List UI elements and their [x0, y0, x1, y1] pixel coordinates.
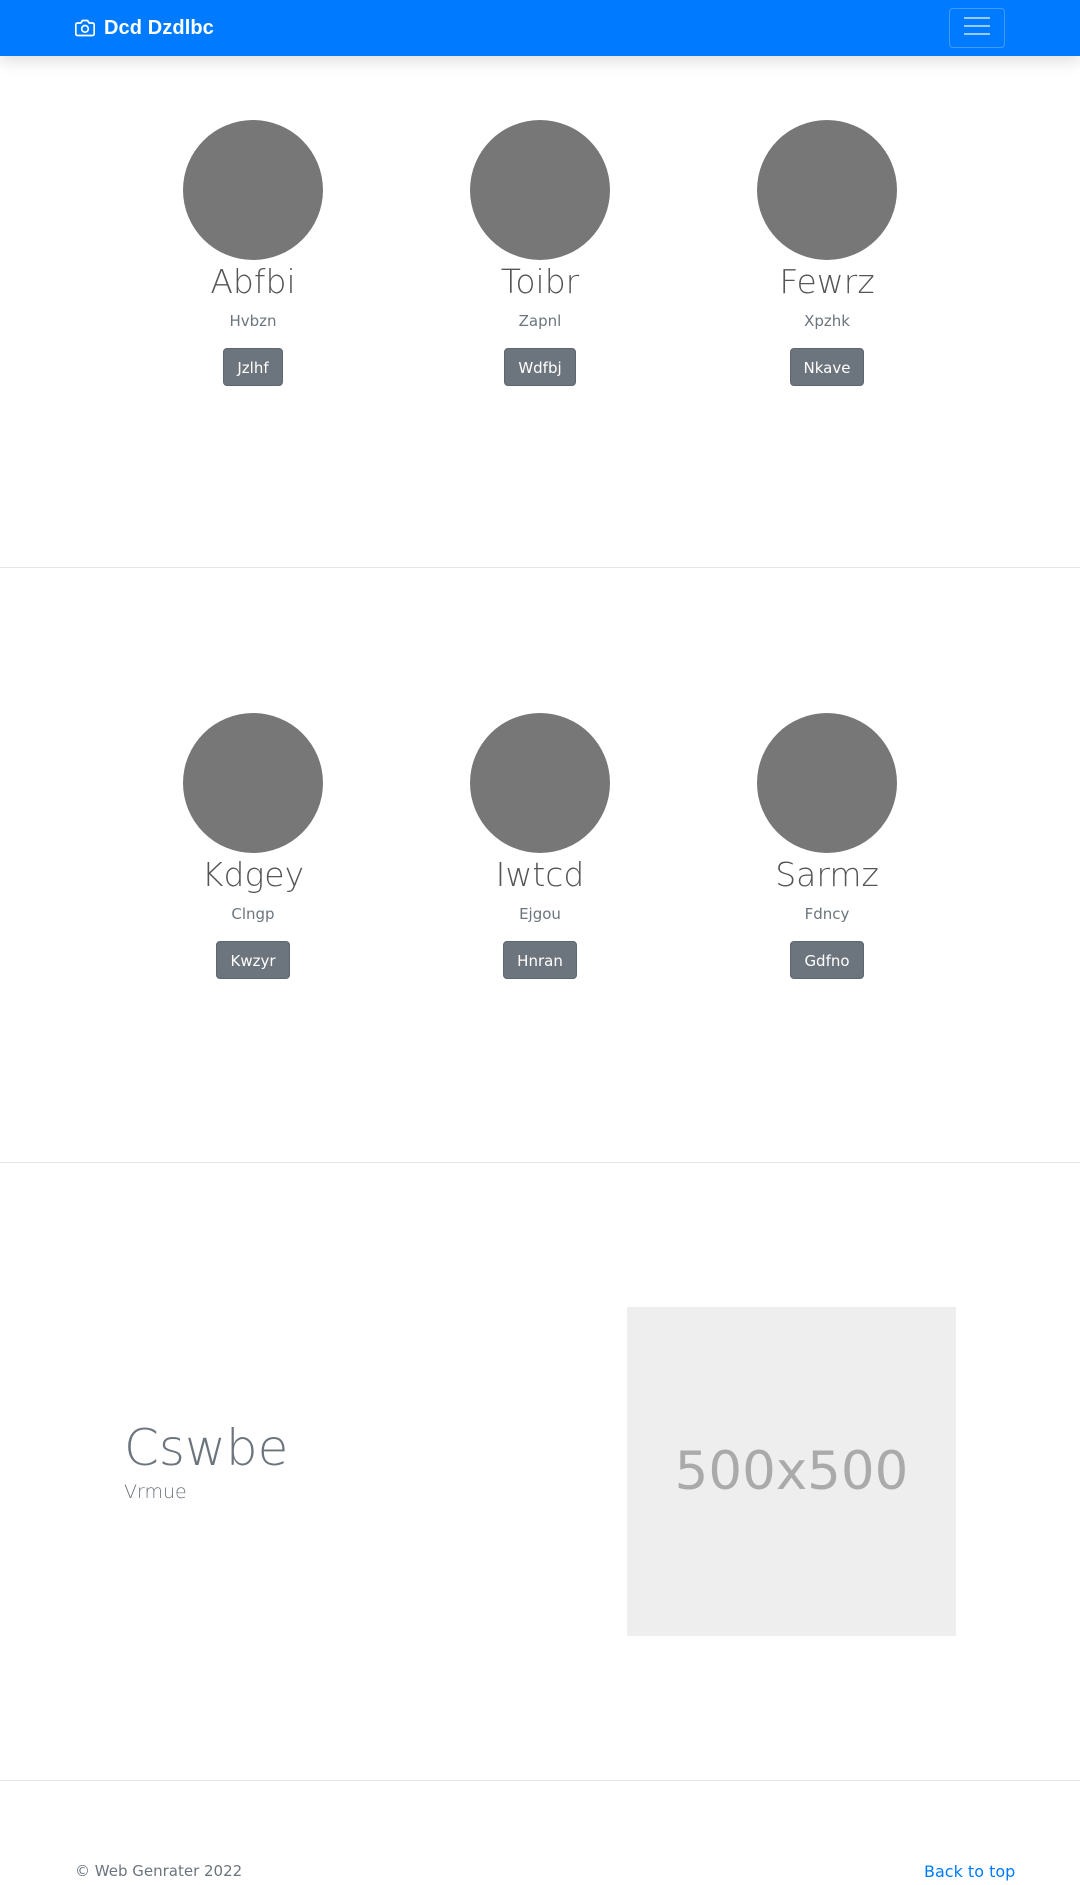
card-button[interactable]: Hnran [503, 941, 577, 979]
card-button[interactable]: Jzlhf [223, 348, 283, 386]
camera-icon [75, 18, 95, 38]
footer-copyright: © Web Genrater 2022 [75, 1862, 243, 1880]
card-button[interactable]: Gdfno [790, 941, 864, 979]
card-subtitle: Fdncy [804, 905, 850, 923]
card-subtitle: Hvbzn [229, 312, 277, 330]
card-subtitle: Ejgou [519, 905, 561, 923]
card-button[interactable]: Nkave [789, 348, 865, 386]
placeholder-image: 500x500 [627, 1307, 956, 1636]
brand-link[interactable]: Dcd Dzdlbc [75, 0, 214, 56]
avatar [470, 713, 610, 853]
card-subtitle: Clngp [231, 905, 275, 923]
team-card: Toibr Zapnl Wdfbj [420, 120, 660, 386]
avatar [183, 120, 323, 260]
card-button[interactable]: Kwzyr [216, 941, 290, 979]
card-subtitle: Xpzhk [804, 312, 850, 330]
team-card: Kdgey Clngp Kwzyr [133, 713, 373, 979]
card-name: Toibr [500, 262, 580, 301]
section-divider [0, 1162, 1080, 1163]
feature-subtitle: Vrmue [124, 1481, 187, 1503]
card-name: Sarmz [775, 855, 879, 894]
card-name: Abfbi [210, 262, 296, 301]
hamburger-menu-icon [964, 15, 990, 42]
section-divider [0, 567, 1080, 568]
card-name: Fewrz [779, 262, 875, 301]
avatar [757, 713, 897, 853]
team-card: Iwtcd Ejgou Hnran [420, 713, 660, 979]
placeholder-label: 500x500 [674, 1441, 909, 1502]
back-to-top-link[interactable]: Back to top [924, 1862, 1015, 1881]
avatar [470, 120, 610, 260]
card-name: Kdgey [201, 855, 305, 894]
team-card: Fewrz Xpzhk Nkave [707, 120, 947, 386]
team-card: Abfbi Hvbzn Jzlhf [133, 120, 373, 386]
navbar: Dcd Dzdlbc [0, 0, 1080, 56]
brand-name: Dcd Dzdlbc [104, 16, 214, 39]
card-button[interactable]: Wdfbj [504, 348, 576, 386]
feature-title: Cswbe [124, 1419, 289, 1477]
navbar-toggler-button[interactable] [949, 8, 1005, 48]
avatar [183, 713, 323, 853]
team-card: Sarmz Fdncy Gdfno [707, 713, 947, 979]
card-name: Iwtcd [495, 855, 585, 894]
section-divider [0, 1780, 1080, 1781]
card-subtitle: Zapnl [518, 312, 562, 330]
avatar [757, 120, 897, 260]
